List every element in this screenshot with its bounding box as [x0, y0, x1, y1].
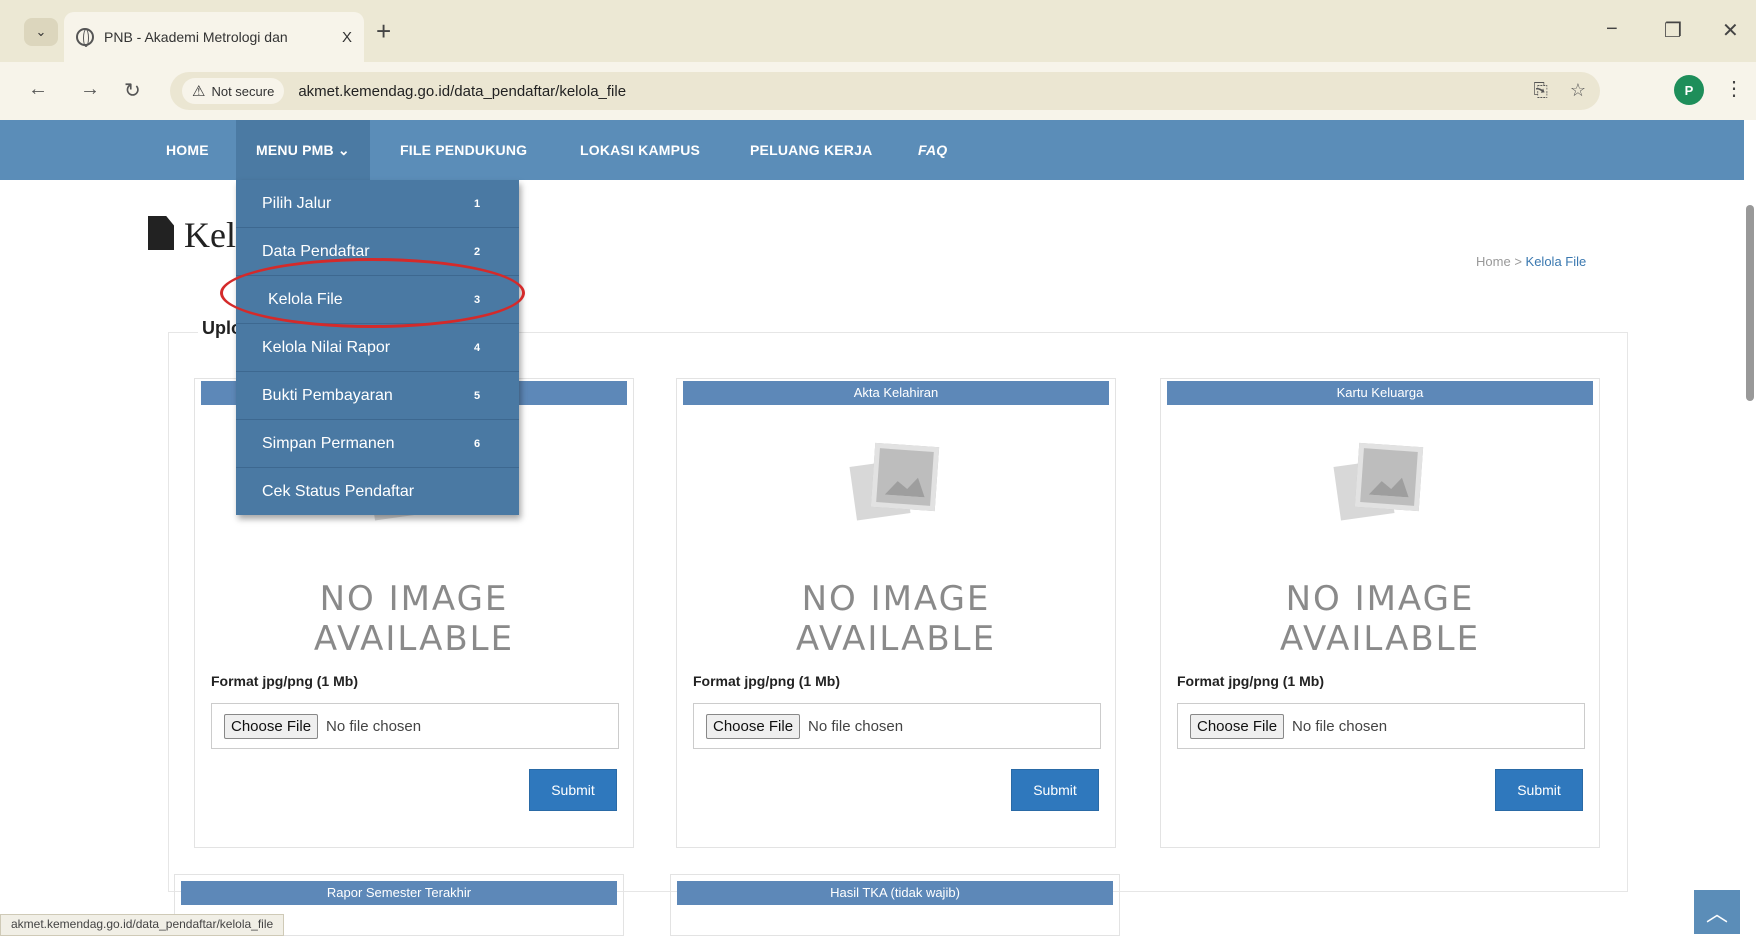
file-input[interactable]: Choose File No file chosen: [211, 703, 619, 749]
scrollbar-thumb[interactable]: [1746, 205, 1754, 401]
warning-icon: ⚠: [192, 83, 206, 100]
nav-file-pendukung[interactable]: FILE PENDUKUNG: [400, 120, 527, 180]
browser-menu-icon[interactable]: ⋮: [1724, 76, 1744, 101]
choose-file-button[interactable]: Choose File: [1190, 713, 1285, 739]
card-header: Kartu Keluarga: [1167, 381, 1593, 405]
translate-icon[interactable]: ⎘: [1533, 80, 1547, 101]
globe-icon: [76, 28, 94, 47]
image-placeholder-icon: [1325, 439, 1435, 529]
step-number: 1: [474, 197, 481, 210]
no-image-text: NO IMAGE: [1285, 579, 1475, 619]
dropdown-item-kelola-nilai-rapor[interactable]: Kelola Nilai Rapor 4: [236, 324, 519, 372]
tab-close-button[interactable]: X: [342, 29, 352, 46]
site-navbar: HOME MENU PMB ⌄ FILE PENDUKUNG LOKASI KA…: [0, 120, 1744, 180]
upload-card-akta-kelahiran: Akta Kelahiran NO IMAGE AVAILABLE Format …: [676, 378, 1116, 848]
nav-peluang-kerja[interactable]: PELUANG KERJA: [750, 120, 872, 180]
nav-faq[interactable]: FAQ: [918, 120, 947, 180]
no-image-text: NO IMAGE: [801, 579, 991, 619]
dropdown-item-kelola-file[interactable]: Kelola File 3: [236, 276, 519, 324]
breadcrumb-home[interactable]: Home: [1476, 254, 1511, 269]
card-header: Rapor Semester Terakhir: [181, 881, 617, 905]
nav-lokasi-kampus[interactable]: LOKASI KAMPUS: [580, 120, 700, 180]
dropdown-item-label: Pilih Jalur: [262, 194, 332, 212]
image-placeholder-icon: [841, 439, 951, 529]
close-window-icon[interactable]: ✕: [1722, 18, 1739, 43]
dropdown-item-label: Data Pendaftar: [262, 242, 370, 260]
bookmark-star-icon[interactable]: ☆: [1570, 80, 1586, 101]
breadcrumb: Home > Kelola File: [1476, 254, 1586, 269]
page-title: Kel: [184, 215, 236, 255]
no-file-text: No file chosen: [1292, 717, 1388, 735]
no-file-text: No file chosen: [326, 717, 422, 735]
reload-icon[interactable]: ↻: [124, 78, 141, 103]
format-hint: Format jpg/png (1 Mb): [693, 673, 840, 689]
dropdown-item-label: Cek Status Pendaftar: [262, 483, 415, 500]
new-tab-button[interactable]: +: [376, 18, 391, 44]
dropdown-item-data-pendaftar[interactable]: Data Pendaftar 2: [236, 228, 519, 276]
tab-title: PNB - Akademi Metrologi dan: [104, 29, 288, 45]
format-hint: Format jpg/png (1 Mb): [1177, 673, 1324, 689]
nav-menu-pmb[interactable]: MENU PMB ⌄: [236, 120, 370, 180]
nav-menu-pmb-label: MENU PMB: [256, 142, 334, 158]
upload-card-kartu-keluarga: Kartu Keluarga NO IMAGE AVAILABLE Format …: [1160, 378, 1600, 848]
choose-file-button[interactable]: Choose File: [706, 713, 801, 739]
url-text[interactable]: akmet.kemendag.go.id/data_pendaftar/kelo…: [298, 83, 626, 100]
available-text: AVAILABLE: [1279, 619, 1481, 659]
upload-card-hasil-tka: Hasil TKA (tidak wajib): [670, 874, 1120, 936]
minimize-icon[interactable]: −: [1606, 18, 1618, 41]
dropdown-item-label: Simpan Permanen: [262, 434, 395, 452]
browser-tab-bar: ⌄ PNB - Akademi Metrologi dan X + − ❐ ✕: [0, 0, 1756, 62]
step-number: 4: [474, 341, 481, 354]
available-text: AVAILABLE: [795, 619, 997, 659]
submit-button[interactable]: Submit: [529, 769, 617, 811]
not-secure-chip[interactable]: ⚠ Not secure: [182, 78, 285, 104]
submit-button[interactable]: Submit: [1495, 769, 1583, 811]
dropdown-item-label: Kelola Nilai Rapor: [262, 338, 391, 356]
status-bar-url: akmet.kemendag.go.id/data_pendaftar/kelo…: [0, 914, 285, 936]
dropdown-item-pilih-jalur[interactable]: Pilih Jalur 1: [236, 180, 519, 228]
breadcrumb-separator: >: [1514, 254, 1522, 269]
back-icon[interactable]: ←: [28, 78, 48, 101]
no-image-placeholder: NO IMAGE AVAILABLE: [1161, 439, 1599, 659]
file-input[interactable]: Choose File No file chosen: [1177, 703, 1585, 749]
tab-search-button[interactable]: ⌄: [24, 18, 58, 46]
scroll-to-top-button[interactable]: ︿: [1694, 890, 1740, 934]
file-icon: [148, 216, 174, 250]
dropdown-item-cek-status[interactable]: Cek Status Pendaftar: [236, 468, 519, 516]
step-number: 3: [474, 293, 481, 306]
not-secure-label: Not secure: [211, 83, 275, 99]
file-input[interactable]: Choose File No file chosen: [693, 703, 1101, 749]
nav-home[interactable]: HOME: [166, 120, 209, 180]
forward-icon[interactable]: →: [80, 78, 100, 101]
no-file-text: No file chosen: [808, 717, 904, 735]
choose-file-button[interactable]: Choose File: [224, 713, 319, 739]
available-text: AVAILABLE: [313, 619, 515, 659]
dropdown-item-simpan-permanen[interactable]: Simpan Permanen 6: [236, 420, 519, 468]
dropdown-item-bukti-pembayaran[interactable]: Bukti Pembayaran 5: [236, 372, 519, 420]
address-toolbar: ← → ↻ ⚠ Not secure akmet.kemendag.go.id/…: [0, 62, 1756, 120]
restore-icon[interactable]: ❐: [1664, 18, 1682, 43]
step-number: 2: [474, 245, 481, 258]
omnibox[interactable]: ⚠ Not secure akmet.kemendag.go.id/data_p…: [170, 72, 1600, 110]
browser-tab[interactable]: PNB - Akademi Metrologi dan X: [64, 12, 364, 62]
dropdown-item-label: Kelola File: [268, 290, 343, 308]
step-number: 6: [474, 437, 481, 450]
no-image-placeholder: NO IMAGE AVAILABLE: [677, 439, 1115, 659]
dropdown-item-label: Bukti Pembayaran: [262, 386, 393, 404]
step-number: 5: [474, 389, 481, 402]
no-image-text: NO IMAGE: [319, 579, 509, 619]
profile-avatar[interactable]: P: [1674, 75, 1704, 105]
breadcrumb-current: Kelola File: [1525, 254, 1587, 269]
card-header: Hasil TKA (tidak wajib): [677, 881, 1113, 905]
chevron-down-icon: ⌄: [337, 142, 350, 158]
format-hint: Format jpg/png (1 Mb): [211, 673, 358, 689]
submit-button[interactable]: Submit: [1011, 769, 1099, 811]
card-header: Akta Kelahiran: [683, 381, 1109, 405]
menu-pmb-dropdown: Pilih Jalur 1 Data Pendaftar 2 Kelola Fi…: [236, 180, 519, 515]
